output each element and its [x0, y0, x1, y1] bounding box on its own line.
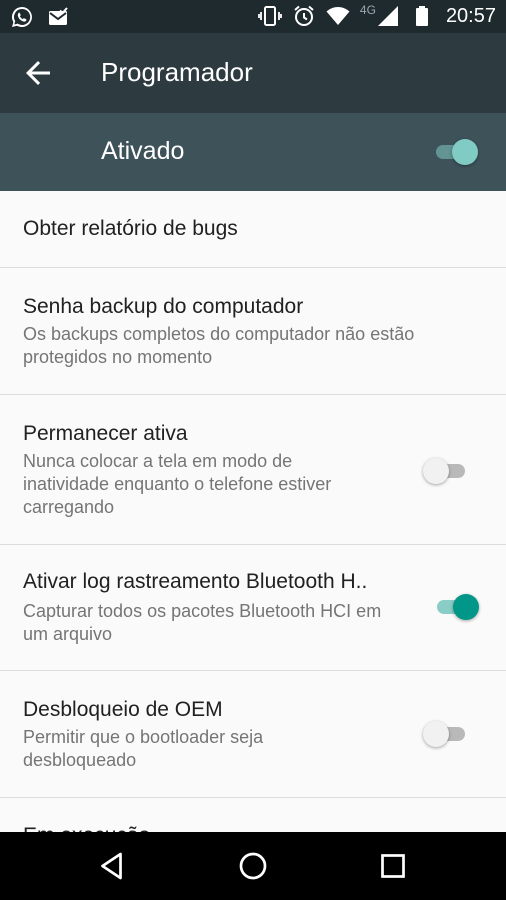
vibrate-icon	[258, 6, 282, 26]
notification-icons	[10, 5, 70, 29]
item-summary: Permitir que o bootloader seja desbloque…	[23, 727, 264, 770]
status-bar: 4G 20:57	[0, 0, 506, 33]
stay-awake-toggle[interactable]	[423, 456, 469, 486]
signal-icon	[377, 6, 398, 26]
wifi-icon	[326, 7, 350, 25]
item-title: Senha backup do computador	[23, 295, 304, 318]
clock: 20:57	[445, 5, 496, 27]
list-item-oem-unlock[interactable]: Desbloqueio de OEM Permitir que o bootlo…	[0, 671, 506, 798]
list-item-running-services[interactable]: Em execução	[0, 798, 506, 832]
alarm-icon	[294, 5, 314, 26]
back-triangle-icon[interactable]	[95, 848, 131, 884]
bluetooth-hci-log-toggle[interactable]	[433, 592, 479, 622]
item-title: Permanecer ativa	[23, 422, 188, 445]
list-item-backup-password[interactable]: Senha backup do computador Os backups co…	[0, 268, 506, 395]
item-title: Em execução	[23, 824, 150, 832]
master-switch-label: Ativado	[101, 137, 185, 165]
list-item-stay-awake[interactable]: Permanecer ativa Nunca colocar a tela em…	[0, 395, 506, 545]
item-summary: Nunca colocar a tela em modo de inativid…	[23, 451, 332, 517]
oem-unlock-toggle[interactable]	[423, 719, 469, 749]
master-switch[interactable]	[432, 137, 478, 167]
master-switch-bar[interactable]: Ativado	[0, 113, 506, 191]
network-type-label: 4G	[359, 3, 376, 17]
navigation-bar	[0, 832, 506, 900]
list-item-bug-report[interactable]: Obter relatório de bugs	[0, 191, 506, 268]
whatsapp-icon	[12, 7, 32, 27]
home-circle-icon[interactable]	[235, 848, 271, 884]
item-title: Ativar log rastreamento Bluetooth H..	[23, 570, 368, 593]
item-summary: Os backups completos do computador não e…	[23, 324, 415, 367]
item-title: Obter relatório de bugs	[23, 217, 238, 240]
list-item-bluetooth-hci-log[interactable]: Ativar log rastreamento Bluetooth H.. Ca…	[0, 545, 506, 671]
page-title: Programador	[101, 57, 253, 87]
app-bar: Programador	[0, 33, 506, 113]
item-title: Desbloqueio de OEM	[23, 698, 223, 721]
recents-square-icon[interactable]	[375, 848, 411, 884]
gmail-icon	[49, 7, 68, 25]
settings-list[interactable]: Obter relatório de bugs Senha backup do …	[0, 191, 506, 832]
arrow-back-icon[interactable]	[20, 55, 56, 91]
system-icons: 4G 20:57	[258, 3, 496, 28]
item-summary: Capturar todos os pacotes Bluetooth HCI …	[23, 601, 382, 644]
battery-icon	[415, 6, 428, 26]
